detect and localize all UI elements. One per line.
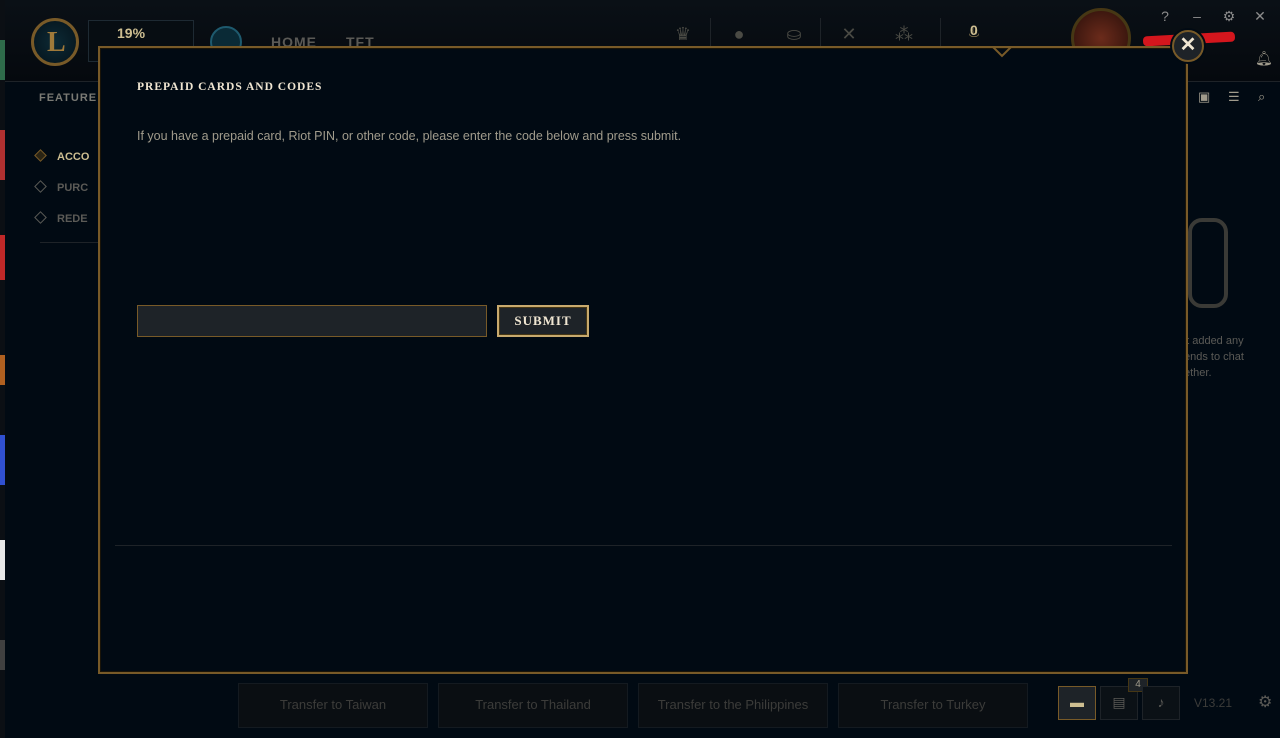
empty-chat-illustration [1188,218,1228,308]
diamond-icon [34,149,47,162]
client-version: V13.21 [1194,696,1233,710]
sidebar-item-label: REDE [57,213,88,225]
settings-icon[interactable]: ⚙ [1221,8,1237,24]
sidebar-item-label: PURC [57,182,89,194]
logo-letter: L [47,27,66,58]
sidebar-item-redeem[interactable]: REDE [34,211,88,225]
code-input[interactable] [137,305,487,337]
strip-block [0,235,5,280]
transfer-philippines-button[interactable]: Transfer to the Philippines [638,683,828,728]
sidebar-item-label: ACCO [57,151,90,163]
divider [940,18,941,48]
strip-block [0,640,5,670]
transfer-thailand-button[interactable]: Transfer to Thailand [438,683,628,728]
empty-chat-line: 't added any [1184,335,1244,347]
add-friend-icon[interactable]: ▣ [1198,89,1210,105]
diamond-icon [34,180,47,193]
gear-icon[interactable]: ⚙ [1258,686,1280,720]
search-icon[interactable]: ⌕ [1258,89,1265,105]
list-icon[interactable]: ☰ [1228,89,1240,105]
modal-divider [115,545,1172,546]
empty-chat-text: 't added any ends to chat ether. [1184,333,1274,381]
chat-button[interactable]: ▬ [1058,686,1096,720]
sidebar-item-account[interactable]: ACCO [34,149,90,163]
notch-ornament [991,46,1013,58]
empty-chat-line: ether. [1184,367,1212,379]
divider [820,18,821,48]
mic-icon: ♪ [1157,694,1165,710]
strip-block [0,355,5,385]
transfer-turkey-button[interactable]: Transfer to Turkey [838,683,1028,728]
xp-percent: 19% [117,25,146,41]
chat-icon: ▬ [1070,694,1084,710]
bell-icon[interactable]: 🔔︎ [1255,50,1273,67]
empty-chat-line: ends to chat [1184,351,1244,363]
transfer-row: Transfer to Taiwan Transfer to Thailand … [238,683,1028,728]
social-panel: ▣ ☰ ⌕ 't added any ends to chat ether. [1184,89,1280,673]
window-close-icon[interactable]: ✕ [1252,8,1268,24]
modal-title: PREPAID CARDS AND CODES [137,81,323,93]
strip-block [0,130,5,180]
currency-amount: 0 [970,22,978,38]
close-modal-button[interactable]: ✕ [1172,30,1204,62]
strip-block [0,435,5,485]
voice-button[interactable]: ♪ [1142,686,1180,720]
clash-icon: ▤ [1112,694,1126,710]
minimize-icon[interactable]: – [1189,8,1205,24]
diamond-icon [34,211,47,224]
prepaid-codes-modal: PREPAID CARDS AND CODES If you have a pr… [98,46,1188,674]
help-icon[interactable]: ? [1157,8,1173,24]
divider [710,18,711,48]
transfer-taiwan-button[interactable]: Transfer to Taiwan [238,683,428,728]
close-icon: ✕ [1179,34,1197,56]
sidebar-item-purchase[interactable]: PURC [34,180,89,194]
league-logo[interactable]: L [31,18,79,66]
submit-button[interactable]: SUBMIT [497,305,589,337]
bottom-toolbar: ▬ ▤ 4 ♪ V13.21 ⚙ [1058,678,1280,720]
modal-description: If you have a prepaid card, Riot PIN, or… [137,129,682,143]
tab-featured[interactable]: FEATURE [39,92,97,104]
strip-block [0,540,5,580]
